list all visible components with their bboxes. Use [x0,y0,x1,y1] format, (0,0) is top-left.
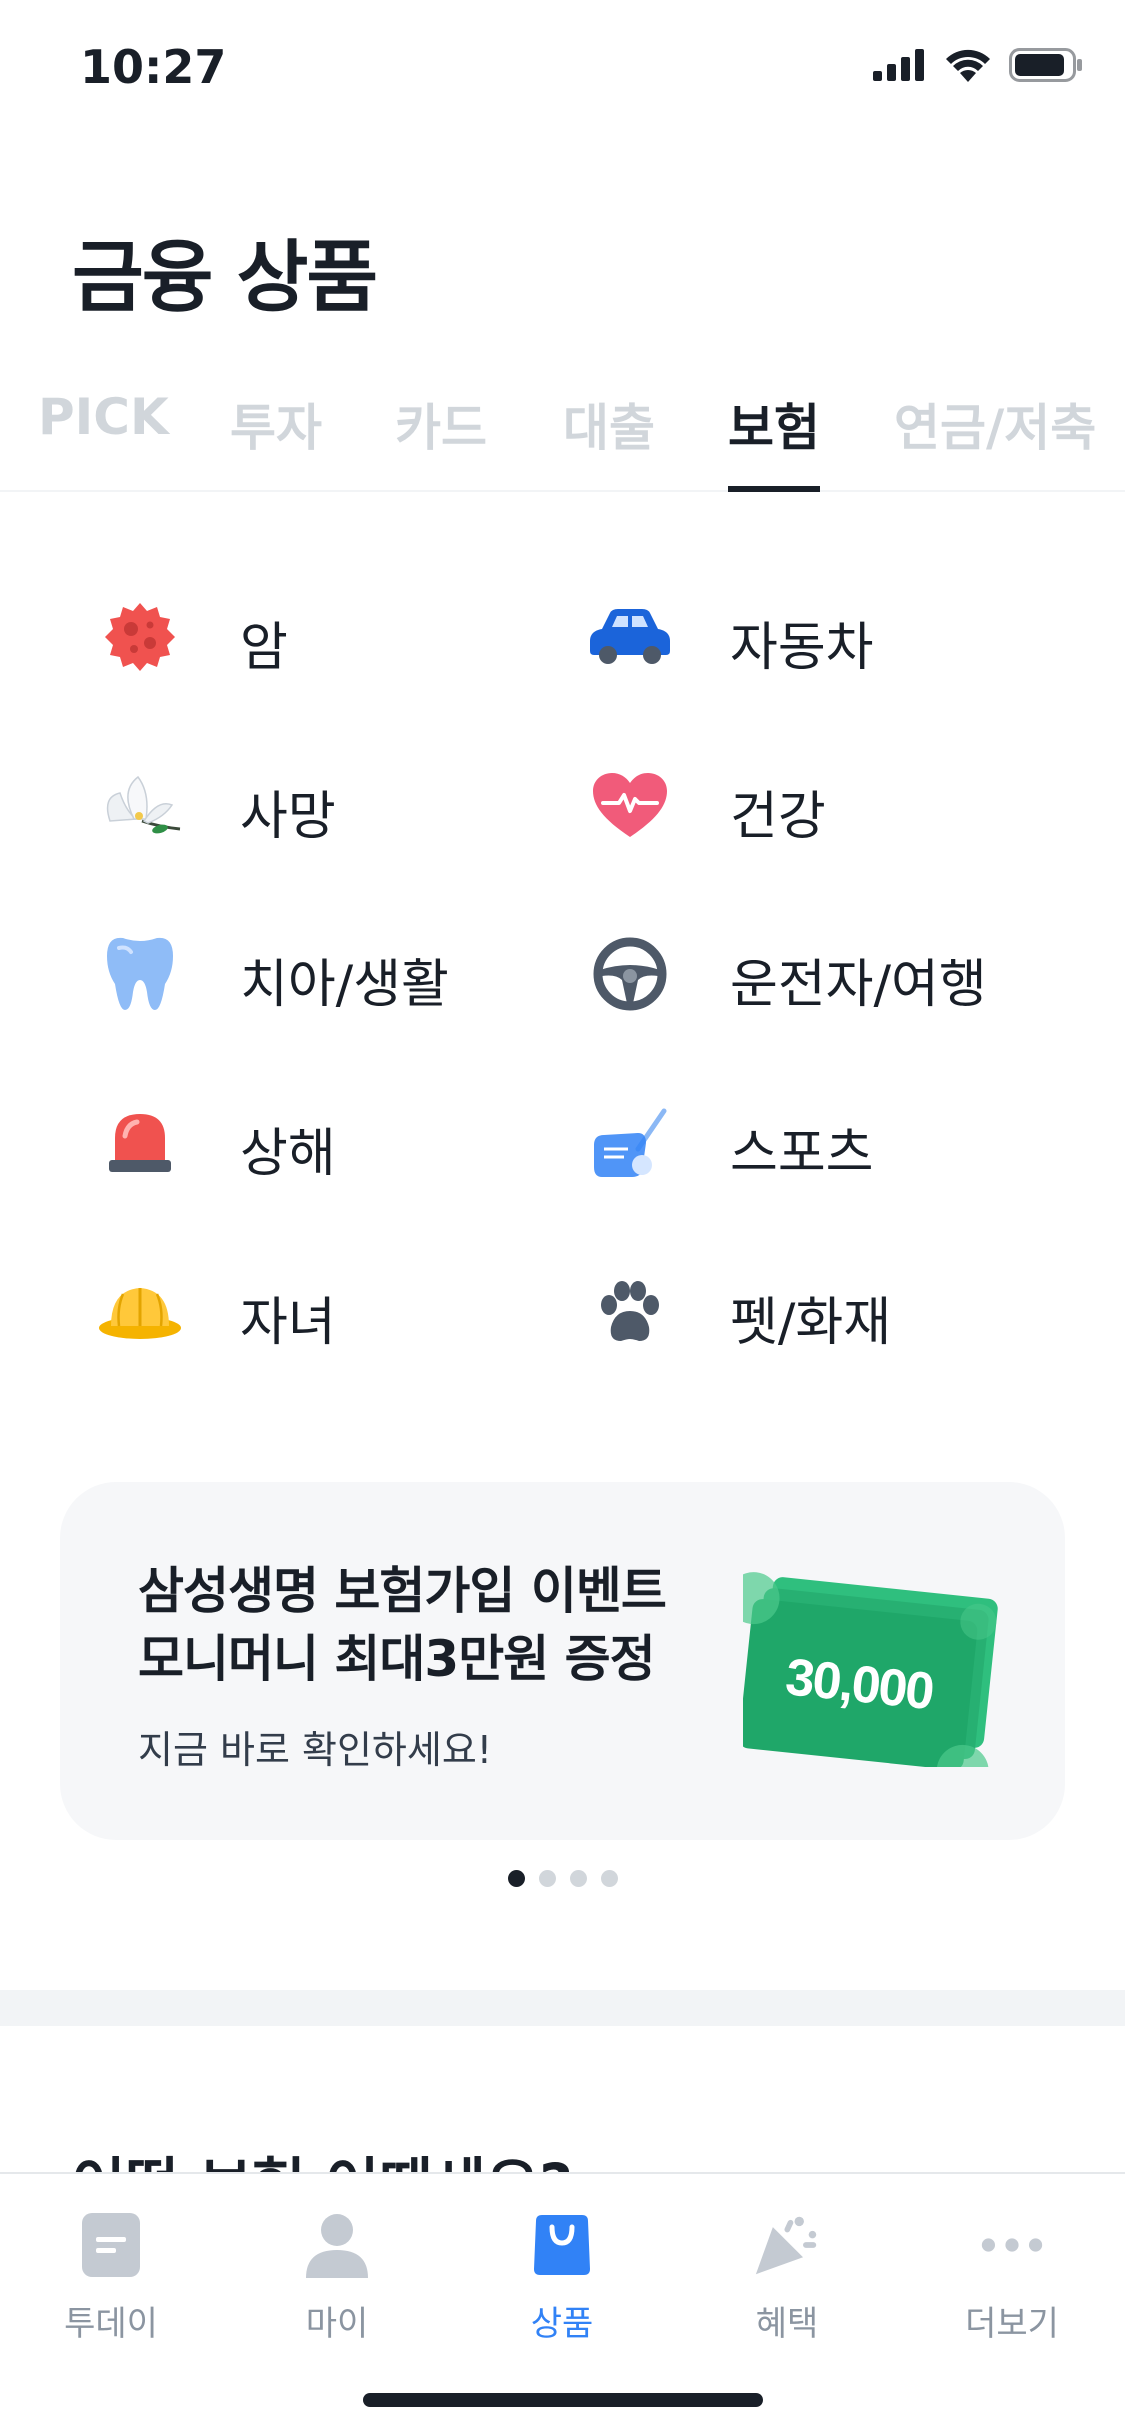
banner-title-line2: 모니머니 최대3만원 증정 [138,1630,656,1688]
tabbar-label: 투데이 [64,2304,158,2344]
steering-wheel-icon [585,929,675,1019]
tabbar-label: 혜택 [755,2304,819,2344]
cancer-cell-icon [95,592,185,682]
tabbar-more[interactable]: 더보기 [937,2212,1087,2345]
tab-pick[interactable]: PICK [38,380,169,492]
category-label: 자녀 [240,1293,336,1353]
next-section-title: 어떤 보험 어때세요? [72,2145,573,2173]
carousel-dot-active[interactable] [507,1870,525,1887]
tab-insurance[interactable]: 보험 [728,380,820,492]
car-icon [585,592,675,682]
page-title: 금융 상품 [72,233,378,323]
category-label: 사망 [240,787,336,847]
tabbar-label: 마이 [305,2304,369,2344]
category-tabs: PICK 투자 카드 대출 보험 연금/저축 [0,380,1125,492]
category-pet-fire[interactable]: 펫/화재 [585,1252,1045,1372]
banner-title: 삼성생명 보험가입 이벤트 모니머니 최대3만원 증정 [138,1557,667,1693]
wifi-icon [946,49,990,82]
tabbar-benefits[interactable]: 혜택 [712,2212,862,2345]
tab-invest[interactable]: 투자 [230,380,322,492]
category-injury[interactable]: 상해 [95,1083,515,1203]
tab-pension-savings[interactable]: 연금/저축 [894,380,1096,492]
category-driver-travel[interactable]: 운전자/여행 [585,914,1045,1034]
siren-icon [95,1098,185,1188]
category-death[interactable]: 사망 [95,746,515,866]
person-icon [304,2212,370,2278]
carousel-dot[interactable] [569,1870,587,1887]
signal-icon [873,49,924,81]
white-flower-icon [95,761,185,851]
tab-card[interactable]: 카드 [395,380,487,492]
tabbar-label: 더보기 [965,2304,1059,2344]
category-children[interactable]: 자녀 [95,1252,515,1372]
party-popper-icon [754,2212,820,2278]
tabbar-today[interactable]: 투데이 [36,2212,186,2345]
category-sports[interactable]: 스포츠 [585,1083,1045,1203]
category-car[interactable]: 자동차 [585,577,1045,697]
category-dental-life[interactable]: 치아/생활 [95,914,515,1034]
category-label: 자동차 [730,618,874,678]
tabbar-products[interactable]: 상품 [487,2212,637,2345]
section-divider [0,1990,1125,2026]
battery-icon [1009,48,1082,82]
carousel-dot[interactable] [538,1870,556,1887]
home-indicator [363,2393,763,2407]
status-bar: 10:27 [0,0,1125,135]
shopping-bag-icon [529,2212,595,2278]
kids-hat-icon [95,1267,185,1357]
tab-loan[interactable]: 대출 [563,380,655,492]
promo-banner[interactable]: 삼성생명 보험가입 이벤트 모니머니 최대3만원 증정 지금 바로 확인하세요!… [60,1482,1065,1840]
category-label: 펫/화재 [730,1293,892,1353]
more-dots-icon [979,2212,1045,2278]
category-health[interactable]: 건강 [585,746,1045,866]
category-label: 상해 [240,1124,336,1184]
status-icons [873,48,1083,82]
banner-subtitle: 지금 바로 확인하세요! [138,1728,493,1772]
status-time: 10:27 [80,40,227,94]
tabbar-label: 상품 [530,2304,594,2344]
heartbeat-icon [585,761,675,851]
category-label: 치아/생활 [240,955,449,1015]
category-label: 운전자/여행 [730,955,987,1015]
category-label: 건강 [730,787,826,847]
today-icon [78,2212,144,2278]
carousel-dot[interactable] [600,1870,618,1887]
category-cancer[interactable]: 암 [95,577,515,697]
banner-title-line1: 삼성생명 보험가입 이벤트 [138,1562,667,1620]
tooth-icon [95,929,185,1019]
tabbar-my[interactable]: 마이 [262,2212,412,2345]
money-bills-icon: 30,000 [743,1572,998,1767]
paw-icon [585,1267,675,1357]
golf-club-icon [585,1098,675,1188]
category-label: 스포츠 [730,1124,874,1184]
carousel-dots[interactable] [0,1870,1125,1887]
category-label: 암 [240,618,288,678]
